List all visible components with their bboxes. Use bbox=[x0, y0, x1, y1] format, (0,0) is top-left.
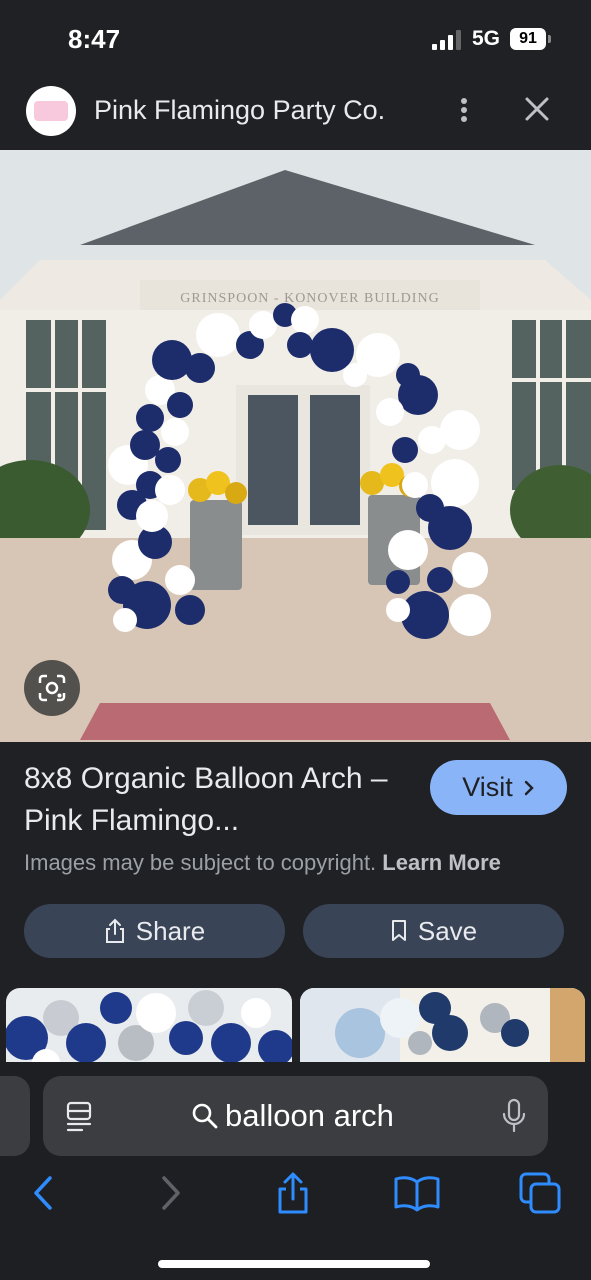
copyright-notice: Images may be subject to copyright. Lear… bbox=[24, 850, 501, 876]
google-lens-button[interactable] bbox=[24, 660, 80, 716]
previous-tab-preview[interactable] bbox=[0, 1076, 30, 1156]
cellular-signal-icon bbox=[432, 30, 464, 50]
address-bar[interactable]: balloon arch bbox=[43, 1076, 548, 1156]
learn-more-link[interactable]: Learn More bbox=[382, 850, 501, 875]
related-balloons-photo-2 bbox=[300, 988, 585, 1068]
balloon-arch-photo: GRINSPOON - KONOVER BUILDING bbox=[0, 150, 591, 742]
search-query-display[interactable]: balloon arch bbox=[191, 1098, 394, 1134]
source-logo[interactable] bbox=[26, 86, 76, 136]
back-button[interactable] bbox=[18, 1168, 68, 1218]
browser-share-button[interactable] bbox=[268, 1168, 318, 1218]
tabs-icon bbox=[519, 1172, 561, 1214]
copyright-text: Images may be subject to copyright. bbox=[24, 850, 377, 875]
browser-toolbar: balloon arch bbox=[0, 1062, 591, 1280]
share-icon bbox=[278, 1172, 308, 1214]
result-title[interactable]: 8x8 Organic Balloon Arch – Pink Flamingo… bbox=[24, 758, 404, 842]
network-type: 5G bbox=[472, 27, 501, 50]
search-icon bbox=[192, 1103, 218, 1129]
status-time: 8:47 bbox=[68, 24, 121, 54]
chevron-left-icon bbox=[34, 1176, 52, 1210]
home-indicator[interactable] bbox=[158, 1260, 430, 1268]
related-balloons-photo-1 bbox=[6, 990, 292, 1068]
chevron-right-icon bbox=[162, 1176, 180, 1210]
search-query-text: balloon arch bbox=[225, 1098, 394, 1133]
lens-icon bbox=[38, 674, 66, 702]
close-icon[interactable] bbox=[520, 92, 554, 126]
source-header: Pink Flamingo Party Co. bbox=[0, 80, 591, 150]
microphone-icon[interactable] bbox=[501, 1098, 527, 1134]
chevron-right-icon bbox=[524, 780, 534, 795]
bookmarks-button[interactable] bbox=[392, 1168, 442, 1218]
visit-label: Visit bbox=[462, 772, 513, 802]
book-icon bbox=[394, 1176, 440, 1212]
forward-button[interactable] bbox=[146, 1168, 196, 1218]
visit-button[interactable]: Visit bbox=[430, 760, 567, 815]
building-sign: GRINSPOON - KONOVER BUILDING bbox=[180, 291, 439, 306]
source-name[interactable]: Pink Flamingo Party Co. bbox=[94, 95, 385, 126]
save-button[interactable]: Save bbox=[303, 904, 564, 958]
more-options-icon[interactable] bbox=[452, 95, 476, 125]
related-image-1[interactable] bbox=[6, 988, 292, 1068]
battery-icon: 91 bbox=[510, 28, 551, 50]
share-label: Share bbox=[135, 915, 206, 946]
share-button[interactable]: Share bbox=[24, 904, 285, 958]
bookmark-icon bbox=[391, 920, 406, 941]
tabs-button[interactable] bbox=[515, 1168, 565, 1218]
save-label: Save bbox=[417, 915, 478, 946]
related-image-2[interactable] bbox=[300, 988, 585, 1068]
result-image[interactable]: GRINSPOON - KONOVER BUILDING bbox=[0, 150, 591, 742]
share-icon bbox=[105, 918, 124, 943]
page-menu-icon[interactable] bbox=[65, 1100, 95, 1132]
status-bar: 8:47 5G 91 bbox=[0, 0, 591, 80]
